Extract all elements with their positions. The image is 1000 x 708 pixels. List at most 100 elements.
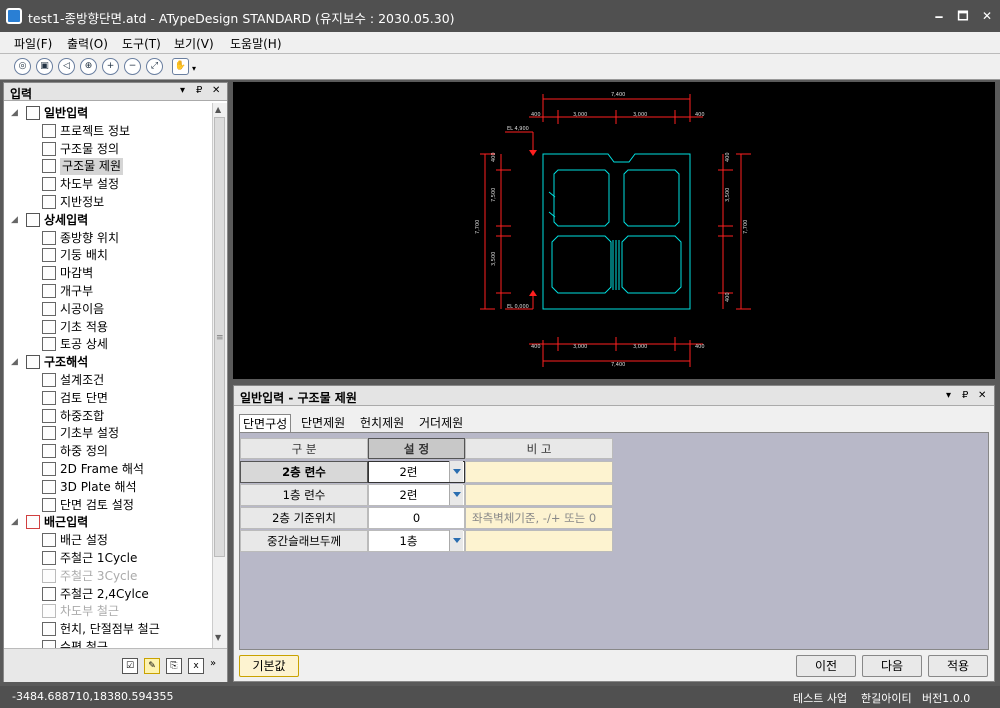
plate-3d-icon	[42, 479, 56, 494]
tab-section-composition[interactable]: 단면구성	[239, 414, 292, 432]
zoom-previous-icon[interactable]: ◁	[58, 58, 75, 75]
previous-button[interactable]: 이전	[796, 655, 856, 677]
tree-scrollbar[interactable]: ▲ ≡ ▼	[212, 103, 227, 648]
export-icon[interactable]: ⎘	[166, 658, 182, 674]
tab-haunch-spec[interactable]: 헌치제원	[357, 414, 407, 432]
tree-item[interactable]: 3D Plate 해석	[60, 479, 137, 496]
tree-category[interactable]: 구조해석	[44, 354, 88, 371]
roadway-icon	[42, 177, 56, 192]
tree-expand-icon[interactable]: ◢	[11, 357, 18, 367]
spec-grid: 구 분 설 정 비 고 2층 련수 2련 1층 련수 2련 2층 기준위치 0 좌측벽체기준…	[239, 432, 989, 650]
tree-item[interactable]: 토공 상세	[60, 336, 108, 353]
zoom-in-icon[interactable]: +	[102, 58, 119, 75]
tree-item[interactable]: 기초 적용	[60, 319, 108, 336]
tree-item[interactable]: 하중 정의	[60, 443, 108, 460]
checklist-icon[interactable]: ☑	[122, 658, 138, 674]
dimension-label: 7,700	[475, 220, 481, 234]
tree-category[interactable]: 일반입력	[44, 105, 88, 122]
tree-item[interactable]: 2D Frame 해석	[60, 461, 144, 478]
tree-item[interactable]: 지반정보	[60, 194, 104, 211]
document-icon	[26, 106, 40, 120]
tree-item[interactable]: 기초부 설정	[60, 425, 119, 442]
menu-tools[interactable]: 도구(T)	[122, 35, 161, 52]
dimension-label: 400	[491, 152, 497, 162]
menu-bar: 파일(F) 출력(O) 도구(T) 보기(V) 도움말(H)	[0, 32, 1000, 54]
panel-pin-icon[interactable]: ₽	[196, 85, 202, 96]
close-button[interactable]: ✕	[976, 6, 998, 26]
dimension-label: 7,500	[491, 188, 497, 202]
panel-close-icon[interactable]: ✕	[212, 85, 220, 96]
tree-item[interactable]: 검토 단면	[60, 390, 108, 407]
excel-icon[interactable]: x	[188, 658, 204, 674]
tree-item[interactable]: 하중조합	[60, 408, 104, 425]
pan-hand-icon[interactable]: ✋	[172, 58, 189, 75]
app-icon	[6, 8, 22, 24]
minimize-button[interactable]: 🗕	[928, 6, 950, 26]
grid-row-label: 2층 련수	[240, 461, 368, 483]
default-button[interactable]: 기본값	[239, 655, 299, 677]
properties-panel-title: 일반입력 - 구조물 제원	[240, 391, 357, 405]
tree-expand-icon[interactable]: ◢	[11, 108, 18, 118]
tree-item[interactable]: 차도부 설정	[60, 176, 119, 193]
grid-input-value[interactable]: 0	[368, 507, 465, 529]
header-setting: 설 정	[368, 438, 465, 459]
menu-view[interactable]: 보기(V)	[174, 35, 214, 52]
apply-button[interactable]: 적용	[928, 655, 988, 677]
cell-bottom-right	[621, 235, 682, 294]
chevron-down-icon[interactable]	[449, 530, 463, 551]
menu-file[interactable]: 파일(F)	[14, 35, 52, 52]
dimension-lines	[480, 94, 751, 367]
tree-item[interactable]: 주철근 2,4Cylce	[60, 586, 149, 603]
company-name: 한길아이티	[861, 692, 912, 705]
tree-item[interactable]: 단면 검토 설정	[60, 497, 134, 514]
tree-item[interactable]: 배근 설정	[60, 532, 108, 549]
tree-item[interactable]: 구조물 제원	[60, 158, 124, 176]
zoom-extent-icon[interactable]: ⤢	[146, 58, 163, 75]
tree-item[interactable]: 시공이음	[60, 301, 104, 318]
chevron-down-icon[interactable]	[449, 484, 463, 505]
drawing-canvas[interactable]: 7,400 400 3,000 3,000 400 7,400 400 3,000 3,000 4…	[233, 82, 995, 379]
tree-item[interactable]: 기둥 배치	[60, 247, 108, 264]
pan-dropdown-icon[interactable]: ▾	[192, 64, 196, 73]
tree-category[interactable]: 배근입력	[44, 514, 88, 531]
more-icon[interactable]: »	[210, 658, 216, 669]
tree-item[interactable]: 설계조건	[60, 372, 104, 389]
dimension-label: 3,000	[633, 112, 647, 118]
tree-expand-icon[interactable]: ◢	[11, 517, 18, 527]
properties-dropdown-icon[interactable]: ▾	[946, 390, 951, 401]
next-button[interactable]: 다음	[862, 655, 922, 677]
maximize-button[interactable]: 🗖	[952, 6, 974, 26]
zoom-fit-icon[interactable]: ◎	[14, 58, 31, 75]
tab-section-spec[interactable]: 단면제원	[298, 414, 348, 432]
dimension-label: 3,000	[573, 112, 587, 118]
tree-category[interactable]: 상세입력	[44, 212, 88, 229]
zoom-all-icon[interactable]: ⊕	[80, 58, 97, 75]
properties-close-icon[interactable]: ✕	[978, 390, 986, 401]
panel-dropdown-icon[interactable]: ▾	[180, 85, 185, 96]
tree-item[interactable]: 수평 철근	[60, 639, 108, 648]
tree-item[interactable]: 종방향 위치	[60, 230, 119, 247]
project-info-icon	[42, 123, 56, 138]
menu-output[interactable]: 출력(O)	[67, 35, 108, 52]
opening-icon	[42, 284, 56, 298]
zoom-out-icon[interactable]: −	[124, 58, 141, 75]
tree-item[interactable]: 차도부 철근	[60, 603, 119, 620]
design-condition-icon	[42, 373, 56, 387]
tree-item[interactable]: 주철근 1Cycle	[60, 550, 137, 567]
chevron-down-icon[interactable]	[449, 461, 463, 482]
dimension-label: 400	[695, 344, 705, 350]
roadway-rebar-icon	[42, 604, 56, 619]
tree-item[interactable]: 구조물 정의	[60, 141, 119, 158]
tab-girder-spec[interactable]: 거더제원	[416, 414, 466, 432]
tree-item[interactable]: 개구부	[60, 283, 93, 300]
tree-item[interactable]: 마감벽	[60, 265, 93, 282]
check-section-icon	[42, 390, 56, 405]
tree-expand-icon[interactable]: ◢	[11, 215, 18, 225]
menu-help[interactable]: 도움말(H)	[230, 35, 282, 52]
edit-pencil-icon[interactable]: ✎	[144, 658, 160, 674]
tree-item[interactable]: 프로젝트 정보	[60, 123, 130, 140]
tree-item[interactable]: 헌치, 단절점부 철근	[60, 621, 160, 638]
tree-item[interactable]: 주철근 3Cycle	[60, 568, 137, 585]
zoom-window-icon[interactable]: ▣	[36, 58, 53, 75]
properties-pin-icon[interactable]: ₽	[962, 390, 968, 401]
